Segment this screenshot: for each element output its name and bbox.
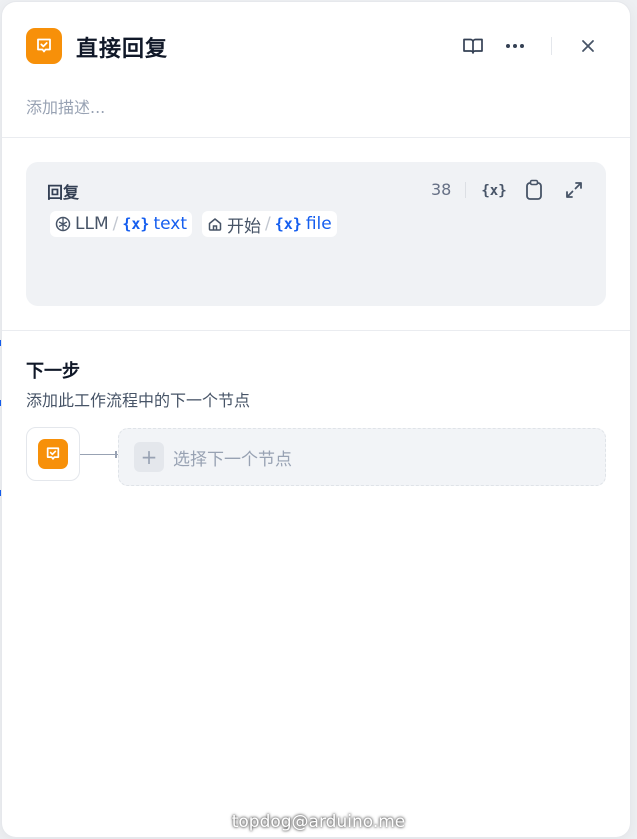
reply-label: 回复: [47, 183, 80, 202]
section-divider: [2, 330, 630, 331]
close-icon: [582, 40, 594, 52]
variable-icon: {x}: [482, 183, 506, 199]
message-check-icon: [46, 447, 60, 460]
next-step-description: 添加此工作流程中的下一个节点: [26, 391, 251, 410]
node-config-panel: 直接回复 添加描述... 回复 38 {x} LLM / {x} text 开始…: [2, 2, 630, 837]
variable-icon: {x}: [274, 215, 302, 233]
reply-editor[interactable]: 回复 38 {x} LLM / {x} text 开始 / {x} file: [26, 162, 606, 306]
home-icon: [208, 218, 222, 231]
close-panel-button[interactable]: [576, 34, 600, 58]
reply-variables: LLM / {x} text 开始 / {x} file: [50, 211, 337, 237]
panel-header: 直接回复 添加描述...: [2, 2, 630, 138]
path-separator: /: [112, 214, 119, 234]
variable-tag[interactable]: 开始 / {x} file: [202, 211, 337, 237]
header-divider: [551, 37, 552, 55]
clipboard-icon: [526, 179, 542, 200]
answer-node-icon: [26, 28, 62, 64]
variable-icon: {x}: [122, 215, 150, 233]
variable-name: file: [305, 214, 332, 234]
toolbar-divider: [465, 182, 466, 198]
variable-tag[interactable]: LLM / {x} text: [50, 211, 193, 237]
next-step-title: 下一步: [26, 361, 80, 382]
book-open-icon: [463, 38, 483, 54]
plus-icon: +: [134, 442, 164, 472]
help-docs-button[interactable]: [461, 34, 485, 58]
variable-source: 开始: [227, 216, 262, 237]
insert-variable-button[interactable]: {x}: [482, 178, 506, 202]
svg-text:{x}: {x}: [482, 183, 506, 199]
description-input[interactable]: 添加描述...: [26, 94, 105, 118]
select-next-node-label: 选择下一个节点: [173, 449, 292, 470]
select-next-node-button[interactable]: + 选择下一个节点: [118, 428, 606, 486]
variable-source: LLM: [75, 214, 109, 234]
node-title[interactable]: 直接回复: [76, 31, 168, 63]
node-connector: [80, 454, 118, 455]
variable-name: text: [153, 214, 188, 234]
current-node: [26, 427, 80, 481]
more-options-button[interactable]: [503, 34, 527, 58]
answer-node-icon: [38, 439, 68, 469]
connector-endpoint: [115, 451, 117, 458]
character-count: 38: [431, 180, 452, 199]
expand-editor-button[interactable]: [562, 178, 586, 202]
path-separator: /: [265, 214, 271, 234]
more-horizontal-icon: [506, 44, 524, 48]
message-check-icon: [37, 38, 51, 53]
llm-icon: [55, 216, 71, 232]
watermark: topdog@arduino.me: [231, 812, 406, 832]
copy-button[interactable]: [522, 178, 546, 202]
expand-icon: [566, 182, 582, 198]
